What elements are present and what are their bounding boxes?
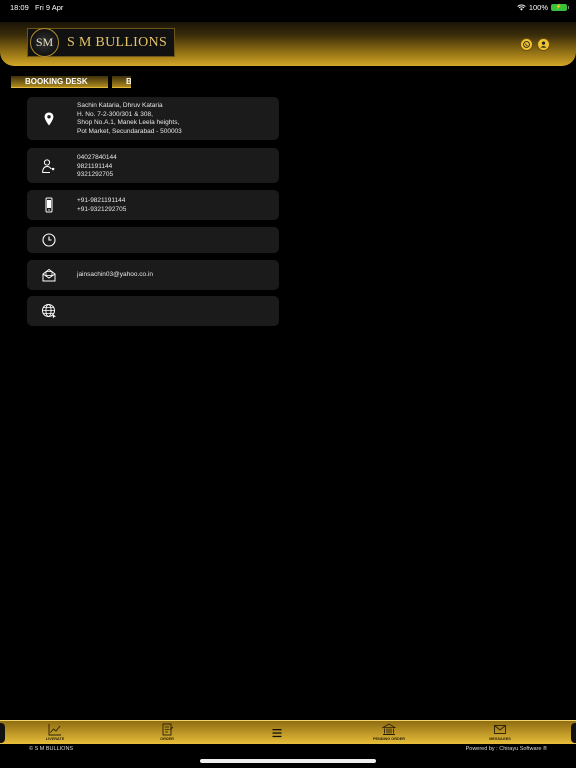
wifi-icon (517, 4, 526, 11)
battery-percent: 100% (528, 3, 548, 12)
tab-second[interactable]: B (112, 76, 131, 88)
phone-number[interactable]: 9821191144 (77, 163, 117, 172)
nav-pending-order[interactable]: PENDING ORDER (359, 723, 419, 741)
contact-person-icon (42, 159, 55, 173)
email-icon (42, 268, 56, 282)
menu-icon[interactable] (272, 728, 282, 738)
mobile-phone-icon (45, 197, 53, 213)
address-line: Pot Market, Secundarabad - 500003 (77, 127, 182, 135)
mobile-number[interactable]: +91-9321292705 (77, 206, 126, 215)
status-time: 18:09 Fri 9 Apr (10, 3, 64, 12)
website-card (27, 296, 279, 326)
email-text[interactable]: jainsachin03@yahoo.co.in (77, 271, 153, 280)
phone-card: 04027840144 9821191144 9321292705 (27, 148, 279, 183)
globe-icon (42, 304, 56, 319)
address-line: H. No. 7-2-300/301 & 308, (77, 110, 153, 118)
brand-logo: SM S M BULLIONS (27, 28, 175, 57)
tab-booking-desk[interactable]: BOOKING DESK (11, 76, 108, 88)
phone-list: 04027840144 9821191144 9321292705 (77, 154, 117, 180)
email-card: jainsachin03@yahoo.co.in (27, 260, 279, 290)
footer-powered-by[interactable]: Powered by : Chirayu Software ® (466, 746, 547, 752)
logo-emblem: SM (30, 28, 59, 57)
clock-icon (42, 233, 56, 247)
address-line: Shop No.A.1, Manek Leela heights, (77, 119, 180, 126)
nav-order[interactable]: ORDER (137, 723, 197, 741)
envelope-icon (494, 725, 506, 734)
bottom-nav: LIVERATE ORDER PENDING ORDER MESSAGES (0, 720, 576, 744)
address-text: Sachin Kataria, Dhruv Kataria H. No. 7-2… (77, 102, 182, 136)
status-bar: 18:09 Fri 9 Apr 100% ⚡ (0, 0, 576, 16)
nav-order-label: ORDER (160, 737, 174, 741)
phone-number[interactable]: 04027840144 (77, 154, 117, 163)
nav-liverate-label: LIVERATE (45, 737, 65, 741)
nav-messages[interactable]: MESSAGES (470, 723, 530, 741)
mobile-list: +91-9821191144 +91-9321292705 (77, 197, 126, 214)
mobile-card: +91-9821191144 +91-9321292705 (27, 190, 279, 220)
address-card: Sachin Kataria, Dhruv Kataria H. No. 7-2… (27, 97, 279, 140)
battery-icon: ⚡ (551, 4, 569, 11)
bank-icon (382, 723, 396, 735)
order-icon (162, 723, 174, 736)
status-indicators: 100% ⚡ (517, 3, 569, 12)
location-pin-icon (44, 112, 54, 126)
whatsapp-icon[interactable] (520, 38, 533, 51)
status-date: Fri 9 Apr (35, 3, 64, 12)
address-line: Sachin Kataria, Dhruv Kataria (77, 102, 163, 109)
chart-icon (48, 724, 61, 736)
hours-card (27, 227, 279, 253)
app-header: SM S M BULLIONS (0, 22, 576, 66)
nav-messages-label: MESSAGES (489, 737, 511, 741)
nav-pending-order-label: PENDING ORDER (372, 737, 406, 741)
mobile-number[interactable]: +91-9821191144 (77, 197, 126, 206)
home-indicator[interactable] (200, 759, 376, 763)
nav-liverate[interactable]: LIVERATE (25, 723, 85, 741)
phone-number[interactable]: 9321292705 (77, 171, 117, 180)
brand-name: S M BULLIONS (67, 34, 168, 50)
user-icon[interactable] (537, 38, 550, 51)
footer-copyright: © S M BULLIONS (29, 746, 74, 752)
